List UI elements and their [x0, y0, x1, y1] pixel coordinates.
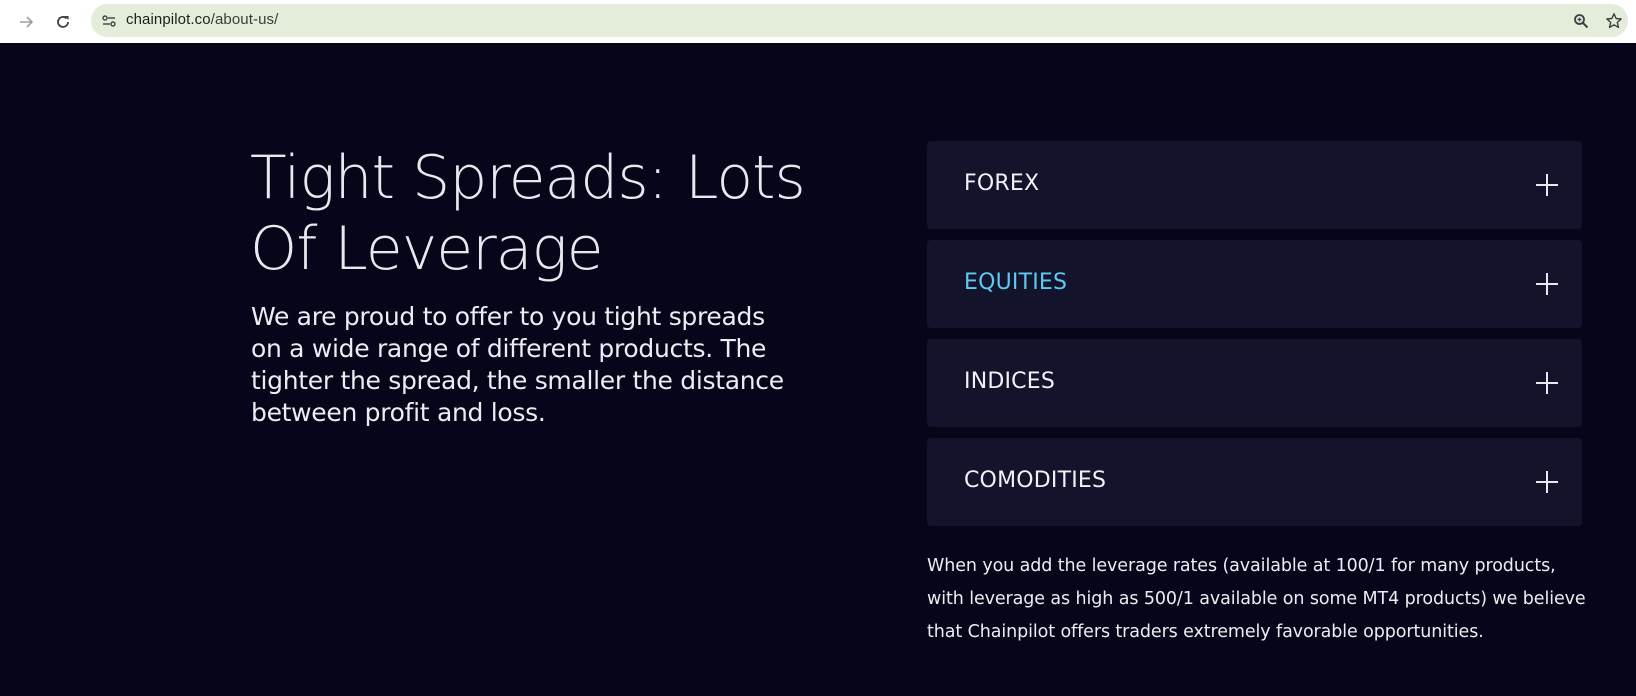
site-settings-icon — [102, 15, 116, 27]
accordion-item-forex[interactable]: FOREX — [927, 141, 1582, 229]
accordion-label: FOREX — [964, 171, 1040, 196]
address-bar[interactable]: chainpilot.co/about-us/ — [91, 4, 1628, 37]
star-icon — [1606, 13, 1622, 29]
url-path: /about-us/ — [210, 11, 279, 28]
browser-toolbar: chainpilot.co/about-us/ — [0, 0, 1636, 43]
plus-icon[interactable] — [1536, 471, 1558, 493]
zoom-button[interactable] — [1569, 9, 1593, 33]
zoom-icon — [1574, 14, 1589, 29]
plus-icon[interactable] — [1536, 372, 1558, 394]
leverage-description: When you add the leverage rates (availab… — [927, 556, 1586, 642]
accordion-label: EQUITIES — [964, 270, 1068, 295]
arrow-back-icon — [20, 16, 34, 28]
bookmark-button[interactable] — [1602, 9, 1626, 33]
site-info-button[interactable] — [97, 9, 121, 33]
url-host: chainpilot.co — [126, 11, 211, 28]
back-button[interactable] — [12, 8, 40, 36]
url-text[interactable]: chainpilot.co/about-us/ — [126, 11, 278, 28]
hero-description: We are proud to offer to you tight sprea… — [251, 302, 784, 427]
plus-icon[interactable] — [1536, 273, 1558, 295]
accordion-item-comodities[interactable]: COMODITIES — [927, 438, 1582, 526]
page-content: Tight Spreads: Lots Of Leverage We are p… — [0, 43, 1636, 696]
plus-icon[interactable] — [1536, 174, 1558, 196]
page-title: Tight Spreads: Lots Of Leverage — [250, 143, 806, 284]
product-accordion: FOREX EQUITIES INDICES COMODITIES — [927, 141, 1582, 537]
accordion-label: INDICES — [964, 369, 1056, 394]
accordion-item-equities[interactable]: EQUITIES — [927, 240, 1582, 328]
reload-button[interactable] — [49, 8, 77, 36]
accordion-label: COMODITIES — [964, 468, 1107, 493]
reload-icon — [57, 16, 69, 28]
accordion-item-indices[interactable]: INDICES — [927, 339, 1582, 427]
